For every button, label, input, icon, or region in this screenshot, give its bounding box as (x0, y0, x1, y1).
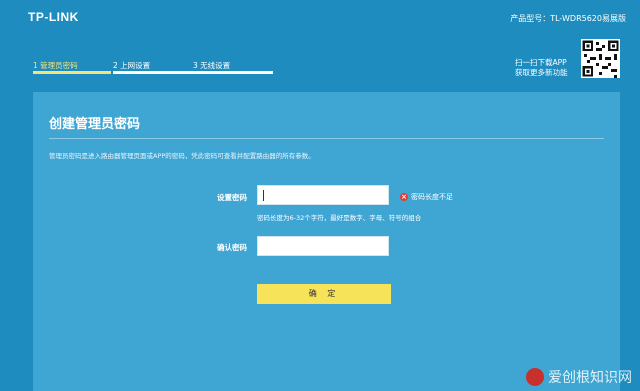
confirm-password-label: 确认密码 (217, 243, 247, 252)
title-divider (49, 138, 604, 139)
app-download-line2: 获取更多新功能 (515, 68, 568, 77)
error-icon: × (400, 193, 408, 201)
step-progress-bar (113, 71, 193, 74)
panel-title: 创建管理员密码 (49, 117, 141, 132)
step-progress-bar (193, 71, 273, 74)
step-label: 2 上网设置 (113, 61, 151, 70)
app-download-line1: 扫一扫下载APP (515, 58, 567, 67)
password-input[interactable] (257, 185, 389, 205)
text-cursor (263, 190, 264, 201)
step-progress-bar (33, 71, 111, 74)
qr-code (581, 39, 620, 78)
password-hint: 密码长度为6-32个字符，最好是数字、字母、符号的组合 (257, 214, 422, 222)
watermark: 爱创根知识网 (526, 367, 632, 387)
watermark-logo-icon (526, 368, 544, 386)
password-label: 设置密码 (217, 193, 247, 202)
app-download-text: 扫一扫下载APP 获取更多新功能 (515, 58, 568, 78)
create-password-panel: 创建管理员密码 管理员密码是进入路由器管理页面或APP的密码，凭此密码可查看并配… (33, 92, 620, 391)
watermark-text: 爱创根知识网 (548, 370, 632, 386)
confirm-password-input[interactable] (257, 236, 389, 256)
panel-description: 管理员密码是进入路由器管理页面或APP的密码，凭此密码可查看并配置路由器的所有参… (49, 152, 315, 160)
product-model: 产品型号：TL-WDR5620易展版 (510, 14, 626, 23)
step-label: 3 无线设置 (193, 61, 231, 70)
error-text: 密码长度不足 (411, 193, 453, 201)
step-label: 1 管理员密码 (33, 61, 78, 70)
tp-link-logo: TP-LINK (28, 10, 79, 24)
password-error: × 密码长度不足 (400, 192, 453, 202)
confirm-button[interactable]: 确 定 (257, 284, 391, 304)
